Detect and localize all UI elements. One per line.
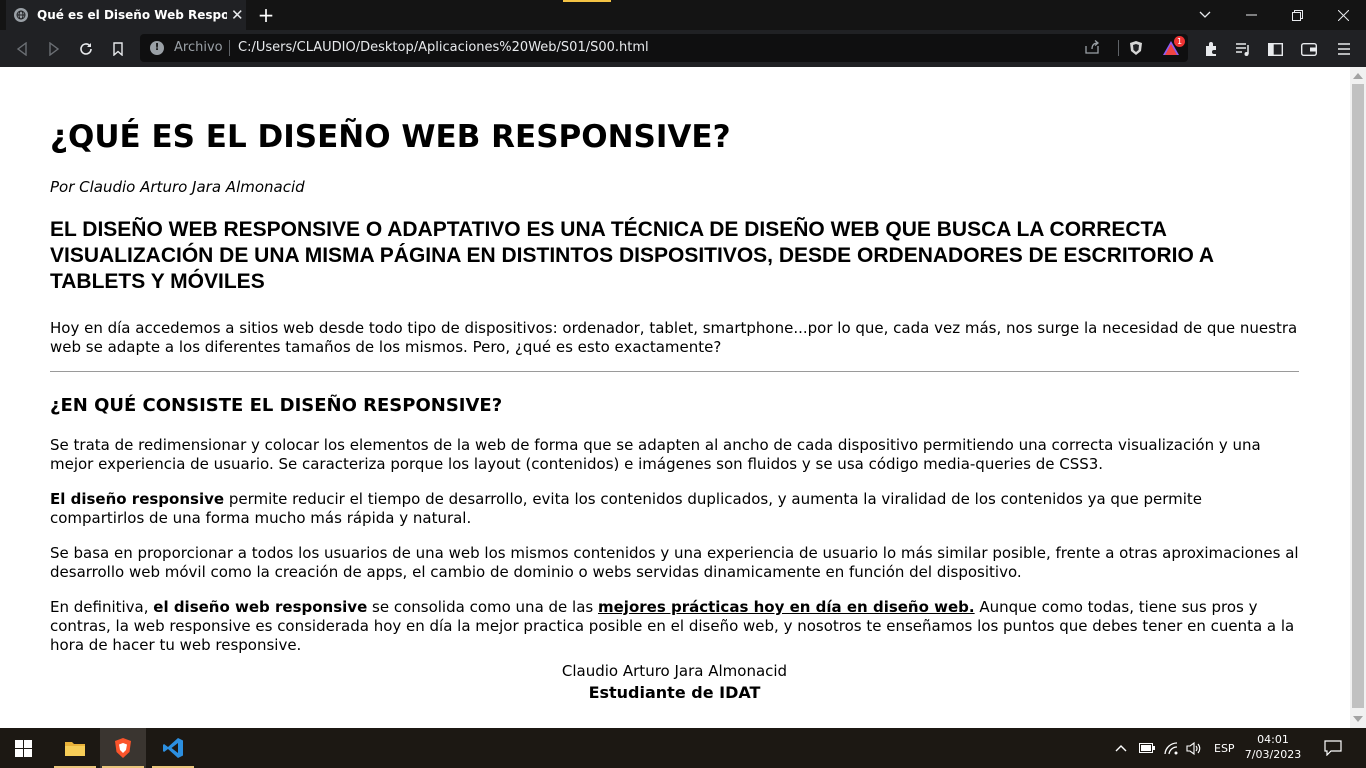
taskbar-clock[interactable]: 04:01 7/03/2023 (1240, 732, 1306, 762)
intro-paragraph: Hoy en día accedemos a sitios web desde … (50, 319, 1298, 356)
footer-name: Claudio Arturo Jara Almonacid (561, 662, 788, 680)
menu-icon[interactable] (1334, 39, 1354, 59)
footer-role: Estudiante de IDAT (588, 683, 761, 702)
page-footer: Claudio Arturo Jara Almonacid Estudiante… (50, 661, 1299, 704)
close-window-icon[interactable] (1320, 0, 1366, 30)
minimize-icon[interactable] (1228, 0, 1274, 30)
paragraph-2-bold: El diseño responsive (50, 490, 225, 508)
address-bar[interactable]: ! Archivo C:/Users/CLAUDIO/Desktop/Aplic… (140, 34, 1188, 62)
browser-title-bar: Qué es el Diseño Web Responsive ✕ + (0, 0, 1366, 30)
lead-heading: EL DISEÑO WEB RESPONSIVE O ADAPTATIVO ES… (50, 218, 1214, 293)
paragraph-4-bold: el diseño web responsive (153, 598, 368, 616)
input-language-indicator[interactable]: ESP (1214, 728, 1235, 768)
share-icon[interactable] (1084, 40, 1100, 58)
forward-icon[interactable] (43, 38, 65, 60)
start-button[interactable] (0, 728, 46, 768)
best-practices-link[interactable]: mejores prácticas hoy en día en diseño w… (598, 598, 975, 616)
tab-title: Qué es el Diseño Web Responsive (37, 8, 227, 22)
web-page: ¿QUÉ ES EL DISEÑO WEB RESPONSIVE? Por Cl… (0, 67, 1350, 728)
scroll-down-arrow-icon[interactable] (1353, 716, 1363, 722)
address-divider-right (1118, 40, 1119, 56)
playlist-icon[interactable] (1233, 39, 1253, 59)
extensions-icon[interactable] (1201, 39, 1221, 59)
battery-icon[interactable] (1139, 728, 1155, 768)
sidebar-icon[interactable] (1265, 39, 1285, 59)
wifi-icon[interactable] (1164, 728, 1180, 768)
new-tab-button[interactable]: + (256, 3, 276, 27)
restore-icon[interactable] (1274, 0, 1320, 30)
browser-tab[interactable]: Qué es el Diseño Web Responsive ✕ (6, 0, 246, 30)
scroll-up-arrow-icon[interactable] (1353, 73, 1363, 79)
tab-close-icon[interactable]: ✕ (231, 6, 244, 24)
reload-icon[interactable] (75, 38, 97, 60)
clock-date: 7/03/2023 (1244, 748, 1302, 761)
page-title: ¿QUÉ ES EL DISEÑO WEB RESPONSIVE? (50, 119, 731, 155)
vertical-scrollbar[interactable] (1350, 67, 1366, 728)
brave-shields-icon[interactable] (1128, 40, 1144, 56)
notifications-icon[interactable] (1324, 728, 1342, 768)
show-hidden-icons-chevron-icon[interactable] (1115, 728, 1127, 768)
file-explorer-button[interactable] (52, 728, 98, 768)
author-byline: Por Claudio Arturo Jara Almonacid (50, 178, 305, 196)
section-heading: ¿EN QUÉ CONSISTE EL DISEÑO RESPONSIVE? (50, 395, 503, 416)
rewards-badge: 1 (1174, 36, 1185, 47)
paragraph-4: En definitiva, el diseño web responsive … (50, 598, 1299, 655)
volume-icon[interactable] (1186, 728, 1202, 768)
back-icon[interactable] (11, 38, 33, 60)
address-divider (229, 40, 230, 56)
address-url[interactable]: C:/Users/CLAUDIO/Desktop/Aplicaciones%20… (238, 40, 649, 55)
paragraph-3: Se basa en proporcionar a todos los usua… (50, 544, 1299, 581)
bookmark-icon[interactable] (107, 38, 129, 60)
wallet-icon[interactable] (1299, 39, 1319, 59)
paragraph-2: El diseño responsive permite reducir el … (50, 490, 1299, 528)
paragraph-4-text-a: En definitiva, (50, 598, 154, 616)
globe-icon (14, 8, 28, 22)
paragraph-1: Se trata de redimensionar y colocar los … (50, 436, 1261, 473)
browser-toolbar: ! Archivo C:/Users/CLAUDIO/Desktop/Aplic… (0, 30, 1366, 67)
vscode-button[interactable] (150, 728, 196, 768)
info-icon[interactable]: ! (150, 41, 164, 55)
window-drag-indicator (563, 0, 611, 2)
windows-taskbar: ESP 04:01 7/03/2023 (0, 728, 1366, 768)
scroll-thumb[interactable] (1352, 84, 1364, 708)
clock-time: 04:01 (1257, 733, 1289, 746)
tab-search-chevron-icon[interactable] (1182, 0, 1228, 30)
divider (50, 371, 1299, 372)
address-scheme: Archivo (174, 40, 223, 55)
screen: Qué es el Diseño Web Responsive ✕ + (0, 0, 1366, 768)
paragraph-4-text-b: se consolida como una de las (367, 598, 598, 616)
brave-browser-button[interactable] (100, 728, 146, 768)
